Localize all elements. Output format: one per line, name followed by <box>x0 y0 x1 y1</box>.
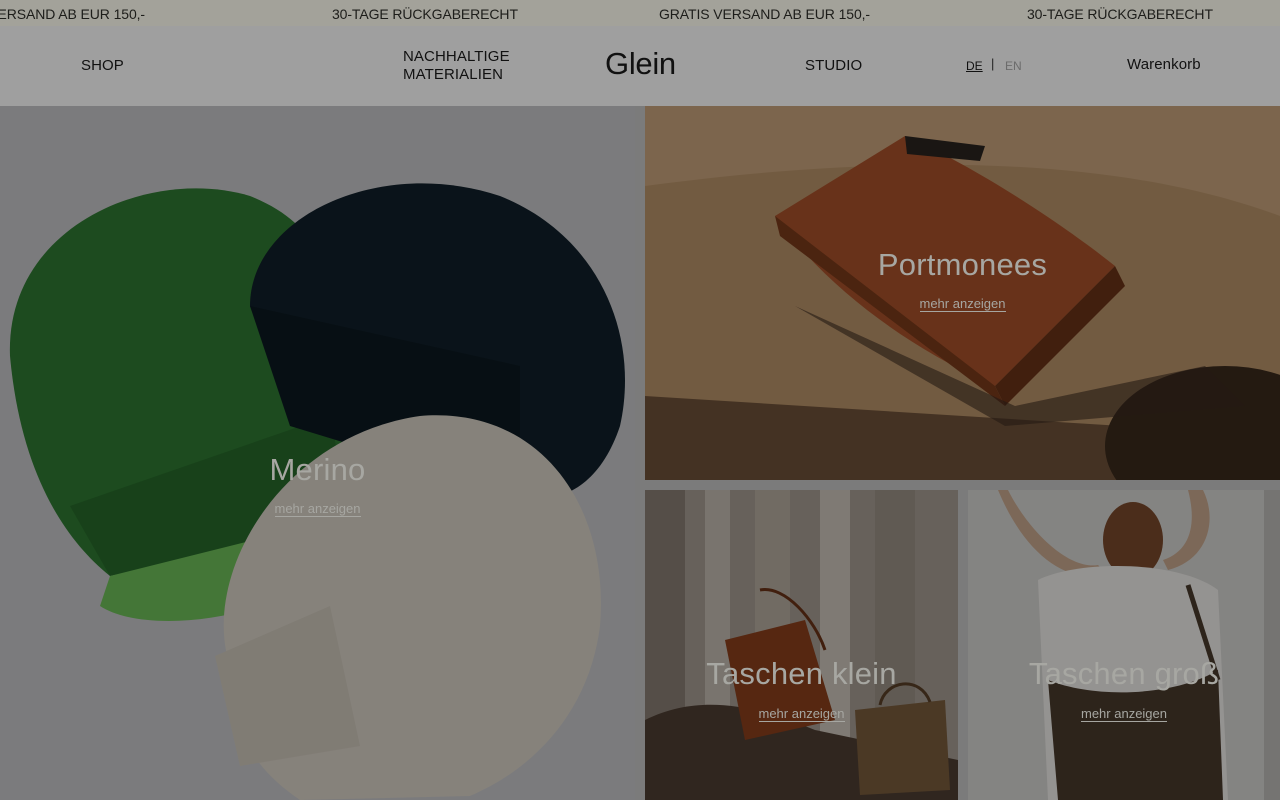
announcement-bar: GRATIS VERSAND AB EUR 150,- 30-TAGE RÜCK… <box>0 0 1280 26</box>
nav-sustainable-materials[interactable]: NACHHALTIGE MATERIALIEN <box>403 48 510 84</box>
taschen-klein-more-link[interactable]: mehr anzeigen <box>758 706 845 722</box>
language-en[interactable]: EN <box>1005 59 1022 73</box>
site-logo[interactable]: Glein <box>605 46 676 82</box>
merino-more-link[interactable]: mehr anzeigen <box>274 501 361 517</box>
category-tile-portmonees[interactable]: Portmonees mehr anzeigen <box>645 106 1280 480</box>
cart-link[interactable]: Warenkorb <box>1127 56 1201 74</box>
language-separator: | <box>991 56 995 71</box>
nav-studio[interactable]: STUDIO <box>805 57 862 75</box>
merino-title: Merino <box>269 452 366 487</box>
portmonees-more-link[interactable]: mehr anzeigen <box>919 296 1006 312</box>
nav-materials-line1: NACHHALTIGE <box>403 48 510 65</box>
category-tile-merino[interactable]: Merino mehr anzeigen <box>0 106 635 800</box>
nav-materials-line2: MATERIALIEN <box>403 66 504 83</box>
portmonees-overlay <box>645 106 1280 480</box>
announcement-shipping: GRATIS VERSAND AB EUR 150,- <box>659 6 870 22</box>
language-de[interactable]: DE <box>966 59 983 73</box>
announcement-shipping: GRATIS VERSAND AB EUR 150,- <box>0 6 145 22</box>
taschen-klein-title: Taschen klein <box>706 656 897 691</box>
portmonees-title: Portmonees <box>877 247 1048 282</box>
category-tile-taschen-gross[interactable]: Taschen groß mehr anzeigen <box>968 490 1280 800</box>
site-header: SHOP NACHHALTIGE MATERIALIEN Glein STUDI… <box>0 26 1280 106</box>
announcement-returns: 30-TAGE RÜCKGABERECHT <box>1027 6 1213 22</box>
announcement-returns: 30-TAGE RÜCKGABERECHT <box>332 6 518 22</box>
taschen-klein-overlay <box>645 490 958 800</box>
taschen-gross-title: Taschen groß <box>1028 656 1220 691</box>
taschen-gross-more-link[interactable]: mehr anzeigen <box>1081 706 1167 722</box>
category-tile-taschen-klein[interactable]: Taschen klein mehr anzeigen <box>645 490 958 800</box>
taschen-gross-overlay <box>968 490 1280 800</box>
nav-shop[interactable]: SHOP <box>81 57 124 75</box>
